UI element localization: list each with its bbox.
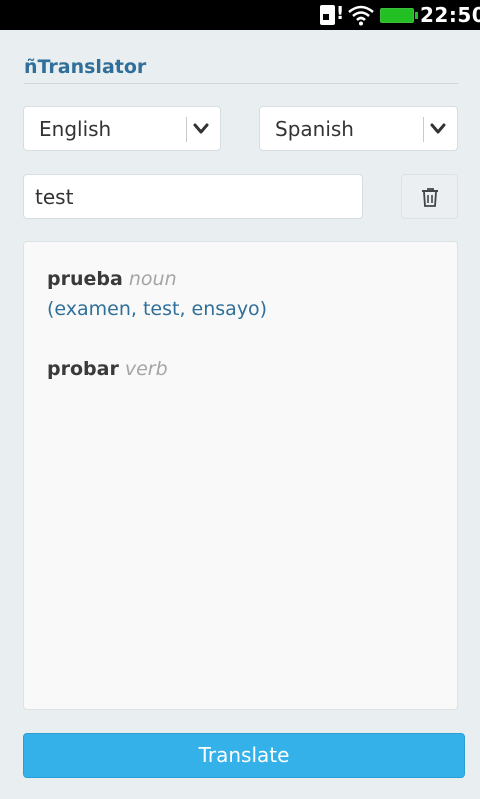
clear-button[interactable]	[401, 174, 458, 219]
results-panel: prueba noun (examen, test, ensayo) proba…	[23, 241, 458, 710]
target-language-select[interactable]: Spanish	[259, 106, 458, 151]
alert-icon: !	[336, 3, 345, 24]
chevron-down-icon	[193, 123, 209, 134]
text-input[interactable]	[23, 174, 363, 219]
result-synonyms[interactable]: (examen, test, ensayo)	[47, 298, 267, 320]
result-part-of-speech: verb	[124, 358, 168, 380]
sim-card-icon	[320, 5, 335, 25]
trash-icon	[422, 188, 438, 207]
wifi-icon	[348, 5, 374, 26]
clock: 22:50	[420, 3, 480, 27]
result-entry: probar verb	[47, 358, 168, 380]
target-language-value: Spanish	[275, 117, 354, 141]
select-separator	[423, 117, 424, 142]
translate-button[interactable]: Translate	[23, 733, 465, 778]
result-word: probar	[47, 358, 119, 380]
battery-icon	[380, 8, 418, 23]
chevron-down-icon	[430, 123, 446, 134]
result-part-of-speech: noun	[128, 268, 177, 290]
select-separator	[186, 117, 187, 142]
source-language-value: English	[39, 117, 112, 141]
source-language-select[interactable]: English	[23, 106, 221, 151]
header-divider	[24, 83, 458, 84]
status-bar: ! 22:50	[0, 0, 480, 30]
result-word: prueba	[47, 268, 123, 290]
result-entry: prueba noun	[47, 268, 177, 290]
app-title: ñTranslator	[24, 56, 147, 78]
